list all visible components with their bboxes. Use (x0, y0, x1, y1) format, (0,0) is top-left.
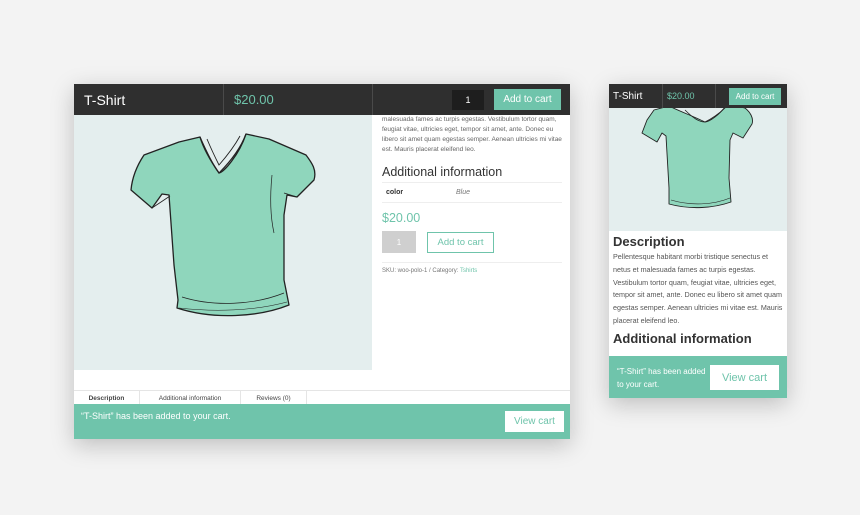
sticky-quantity-input[interactable]: 1 (452, 89, 484, 110)
sticky-cart-controls: 1 Add to cart (373, 84, 570, 115)
cart-notice-message: “T-Shirt” has been added to your cart. (81, 411, 231, 421)
tab-additional-information[interactable]: Additional information (140, 391, 241, 405)
product-image[interactable] (74, 115, 372, 370)
product-summary: malesuada fames ac turpis egestas. Vesti… (382, 115, 562, 274)
tshirt-image-icon (641, 108, 753, 209)
mobile-sticky-add-to-cart-button[interactable]: Add to cart (729, 87, 781, 105)
mobile-sticky-cart-controls: Add to cart (716, 84, 787, 108)
tab-reviews[interactable]: Reviews (0) (241, 391, 307, 405)
product-summary-text: malesuada fames ac turpis egestas. Vesti… (382, 116, 562, 153)
add-to-cart-button[interactable]: Add to cart (427, 231, 494, 253)
mobile-additional-information-heading: Additional information (613, 330, 752, 346)
attribute-value: Blue (456, 189, 471, 196)
mobile-view-cart-button[interactable]: View cart (710, 365, 779, 390)
mobile-product-details: Description Pellentesque habitant morbi … (613, 234, 785, 346)
product-meta: SKU: woo-polo-1 / Category: Tshirts (382, 262, 562, 274)
sticky-product-title: T-Shirt (74, 84, 224, 115)
description-heading: Description (613, 234, 685, 249)
add-to-cart-form: 1 Add to cart (382, 231, 562, 253)
cart-notice: “T-Shirt” has been added to your cart. V… (74, 404, 570, 439)
sticky-add-to-cart-button[interactable]: Add to cart (494, 89, 561, 110)
category-link[interactable]: Tshirts (460, 268, 477, 274)
tshirt-image-icon (130, 133, 316, 317)
tab-description[interactable]: Description (74, 391, 140, 405)
mobile-cart-notice: “T-Shirt” has been added to your cart. V… (609, 356, 787, 398)
mobile-product-page: T-Shirt $20.00 Add to cart Description P… (609, 84, 787, 398)
mobile-sticky-product-title: T-Shirt (609, 84, 663, 108)
mobile-sticky-add-to-cart-bar: T-Shirt $20.00 Add to cart (609, 84, 787, 108)
attribute-name: color (386, 189, 404, 196)
mobile-cart-notice-message: “T-Shirt” has been added to your cart. (617, 367, 706, 389)
desktop-product-page: T-Shirt $20.00 1 Add to cart malesuada f… (74, 84, 570, 439)
mobile-product-image[interactable] (609, 108, 787, 231)
sku-text: SKU: woo-polo-1 / Category: (382, 268, 459, 274)
additional-information-heading: Additional information (382, 165, 503, 179)
view-cart-button[interactable]: View cart (505, 411, 564, 432)
sticky-add-to-cart-bar: T-Shirt $20.00 1 Add to cart (74, 84, 570, 115)
mobile-sticky-product-price: $20.00 (663, 84, 716, 108)
product-tabs: Description Additional information Revie… (74, 390, 570, 405)
quantity-input[interactable]: 1 (382, 231, 416, 253)
attributes-table-row: color Blue (382, 182, 562, 203)
sticky-product-price: $20.00 (224, 84, 373, 115)
product-price: $20.00 (382, 211, 421, 225)
description-text: Pellentesque habitant morbi tristique se… (613, 252, 783, 325)
